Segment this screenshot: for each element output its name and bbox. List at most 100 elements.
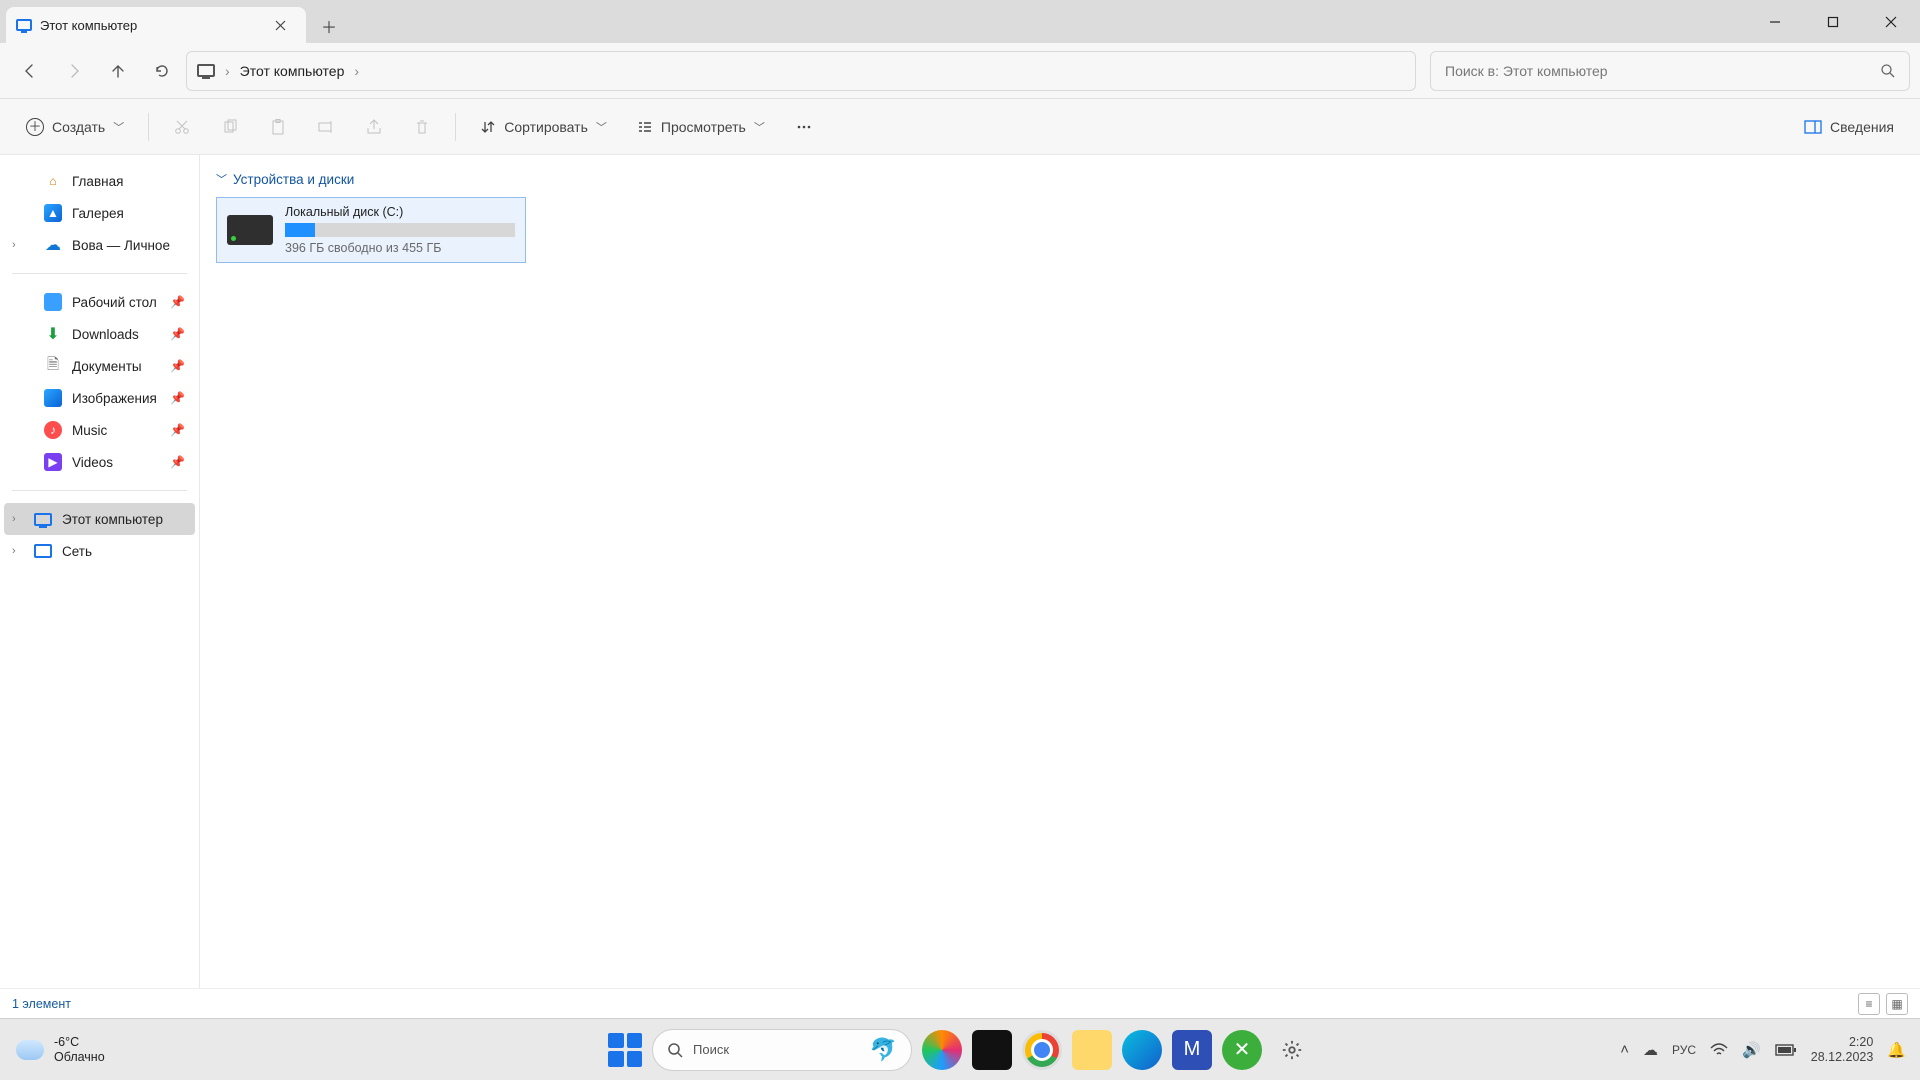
group-header-devices[interactable]: ﹀ Устройства и диски xyxy=(216,171,1904,187)
paste-button[interactable] xyxy=(257,108,299,146)
weather-temp: -6°C xyxy=(54,1035,105,1049)
tray-clock[interactable]: 2:20 28.12.2023 xyxy=(1811,1035,1874,1064)
sidebar-item-documents[interactable]: 🗎 Документы 📌 xyxy=(4,350,195,382)
minimize-button[interactable] xyxy=(1746,0,1804,43)
tray-wifi-icon[interactable] xyxy=(1710,1043,1728,1057)
group-header-label: Устройства и диски xyxy=(233,172,354,187)
taskbar-center: Поиск 🐬 M ✕ xyxy=(608,1029,1312,1071)
taskbar-search-placeholder: Поиск xyxy=(693,1042,729,1057)
home-icon: ⌂ xyxy=(44,172,62,190)
this-pc-icon xyxy=(16,19,32,31)
taskbar-app-xbox[interactable]: ✕ xyxy=(1222,1030,1262,1070)
create-button[interactable]: ＋ Создать ﹀ xyxy=(14,108,136,146)
chevron-down-icon: ﹀ xyxy=(216,171,227,187)
sidebar-item-music[interactable]: ♪ Music 📌 xyxy=(4,414,195,446)
sidebar-item-label: Галерея xyxy=(72,206,124,221)
taskbar-app-explorer[interactable] xyxy=(1072,1030,1112,1070)
tab-this-pc[interactable]: Этот компьютер xyxy=(6,7,306,43)
sort-button[interactable]: Сортировать ﹀ xyxy=(468,108,619,146)
rename-button[interactable] xyxy=(305,108,347,146)
main-pane[interactable]: ﹀ Устройства и диски Локальный диск (C:)… xyxy=(200,155,1920,988)
network-icon xyxy=(34,544,52,558)
taskbar-app-chrome[interactable] xyxy=(1022,1030,1062,1070)
breadcrumb[interactable]: › Этот компьютер › xyxy=(186,51,1416,91)
this-pc-icon xyxy=(34,513,52,526)
pin-icon: 📌 xyxy=(170,327,185,341)
pin-icon: 📌 xyxy=(170,455,185,469)
chevron-down-icon: ﹀ xyxy=(596,119,607,135)
copy-button[interactable] xyxy=(209,108,251,146)
drive-name: Локальный диск (C:) xyxy=(285,205,515,219)
details-icon xyxy=(1804,120,1822,134)
sidebar-item-label: Music xyxy=(72,423,107,438)
details-pane-button[interactable]: Сведения xyxy=(1792,108,1906,146)
sidebar-item-label: Документы xyxy=(72,359,142,374)
sidebar-item-gallery[interactable]: ▲ Галерея xyxy=(4,197,195,229)
sidebar-item-label: Главная xyxy=(72,174,123,189)
sidebar-item-label: Вова — Личное xyxy=(72,238,170,253)
taskbar-weather[interactable]: -6°C Облачно xyxy=(0,1035,121,1064)
tray-chevron-up-icon[interactable]: ˄ xyxy=(1620,1041,1629,1058)
chevron-right-icon[interactable]: › xyxy=(12,239,16,251)
video-icon: ▶ xyxy=(44,453,62,471)
cut-button[interactable] xyxy=(161,108,203,146)
divider xyxy=(12,273,187,274)
delete-button[interactable] xyxy=(401,108,443,146)
pin-icon: 📌 xyxy=(170,295,185,309)
chevron-right-icon: › xyxy=(354,63,359,79)
more-button[interactable] xyxy=(783,108,825,146)
tab-close-button[interactable] xyxy=(268,13,292,37)
tray-notifications-icon[interactable]: 🔔 xyxy=(1887,1041,1906,1059)
sidebar-item-videos[interactable]: ▶ Videos 📌 xyxy=(4,446,195,478)
sidebar-item-this-pc[interactable]: › Этот компьютер xyxy=(4,503,195,535)
view-grid-button[interactable]: ▦ xyxy=(1886,993,1908,1015)
refresh-button[interactable] xyxy=(142,51,182,91)
back-button[interactable] xyxy=(10,51,50,91)
taskbar-app-settings[interactable] xyxy=(1272,1030,1312,1070)
pictures-icon xyxy=(44,389,62,407)
tray-language[interactable]: РУС xyxy=(1672,1043,1696,1057)
chevron-right-icon[interactable]: › xyxy=(12,513,16,525)
taskbar-app-generic[interactable]: M xyxy=(1172,1030,1212,1070)
sidebar-item-downloads[interactable]: ⬇ Downloads 📌 xyxy=(4,318,195,350)
sidebar-item-label: Изображения xyxy=(72,391,157,406)
cloud-icon: ☁ xyxy=(44,236,62,254)
tray-onedrive-icon[interactable]: ☁ xyxy=(1643,1041,1658,1059)
chevron-right-icon[interactable]: › xyxy=(12,545,16,557)
create-label: Создать xyxy=(52,119,105,135)
sidebar-item-desktop[interactable]: Рабочий стол 📌 xyxy=(4,286,195,318)
sidebar-item-label: Downloads xyxy=(72,327,139,342)
tray-volume-icon[interactable]: 🔊 xyxy=(1742,1041,1761,1059)
weather-desc: Облачно xyxy=(54,1050,105,1064)
chevron-down-icon: ﹀ xyxy=(113,119,124,135)
forward-button[interactable] xyxy=(54,51,94,91)
sidebar-item-pictures[interactable]: Изображения 📌 xyxy=(4,382,195,414)
view-button[interactable]: Просмотреть ﹀ xyxy=(625,108,777,146)
sidebar-item-home[interactable]: ⌂ Главная xyxy=(4,165,195,197)
sort-icon xyxy=(480,119,496,135)
status-view-switch: ≡ ▦ xyxy=(1858,993,1908,1015)
tray-battery-icon[interactable] xyxy=(1775,1044,1797,1056)
drive-c[interactable]: Локальный диск (C:) 396 ГБ свободно из 4… xyxy=(216,197,526,263)
sidebar-item-label: Videos xyxy=(72,455,113,470)
sidebar-item-network[interactable]: › Сеть xyxy=(4,535,195,567)
breadcrumb-segment[interactable]: Этот компьютер xyxy=(240,63,345,79)
music-icon: ♪ xyxy=(44,421,62,439)
drive-usage-bar xyxy=(285,223,515,237)
up-button[interactable] xyxy=(98,51,138,91)
search-placeholder: Поиск в: Этот компьютер xyxy=(1445,63,1608,79)
search-input[interactable]: Поиск в: Этот компьютер xyxy=(1430,51,1910,91)
new-tab-button[interactable]: ＋ xyxy=(312,9,346,43)
view-details-button[interactable]: ≡ xyxy=(1858,993,1880,1015)
taskbar-app-edge[interactable] xyxy=(1122,1030,1162,1070)
taskbar-app-taskview[interactable] xyxy=(972,1030,1012,1070)
share-button[interactable] xyxy=(353,108,395,146)
close-button[interactable] xyxy=(1862,0,1920,43)
tray-date: 28.12.2023 xyxy=(1811,1050,1874,1064)
start-button[interactable] xyxy=(608,1033,642,1067)
maximize-button[interactable] xyxy=(1804,0,1862,43)
sidebar-item-onedrive[interactable]: › ☁ Вова — Личное xyxy=(4,229,195,261)
taskbar-search[interactable]: Поиск 🐬 xyxy=(652,1029,912,1071)
taskbar-app-copilot[interactable] xyxy=(922,1030,962,1070)
window-controls xyxy=(1746,0,1920,43)
